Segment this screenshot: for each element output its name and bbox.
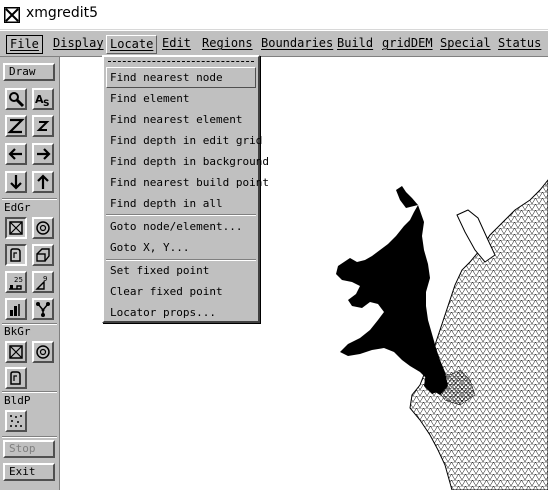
menu-edit[interactable]: Edit	[159, 35, 194, 54]
toolbar-separator	[2, 391, 57, 393]
menu-locate[interactable]: Locate	[106, 35, 158, 54]
build-points-label: BldP	[4, 394, 31, 407]
menu-goto-xy[interactable]: Goto X, Y...	[106, 237, 256, 258]
window-title: xmgredit5	[26, 5, 99, 21]
bkgr-boundary-icon[interactable]	[32, 341, 54, 363]
toolbar-separator	[2, 198, 57, 200]
bkgr-nodes-icon[interactable]	[5, 367, 27, 389]
menu-display[interactable]: Display	[50, 35, 107, 54]
edgr-nodes-icon[interactable]	[5, 244, 27, 266]
edgr-display-grid-icon[interactable]	[5, 217, 27, 239]
bldp-points-icon[interactable]	[5, 410, 27, 432]
menu-find-element[interactable]: Find element	[106, 88, 256, 109]
edgr-depth-contour-icon[interactable]: 25	[5, 271, 27, 293]
bkgr-display-grid-icon[interactable]	[5, 341, 27, 363]
background-grid-label: BkGr	[4, 325, 31, 338]
menu-find-depth-edit-grid[interactable]: Find depth in edit grid	[106, 130, 262, 151]
stop-button[interactable]: Stop	[3, 440, 55, 458]
menu-locator-props[interactable]: Locator props...	[106, 302, 256, 323]
menu-file[interactable]: File	[6, 35, 43, 54]
auto-scale-icon[interactable]: AS	[32, 88, 54, 110]
app-icon	[4, 7, 20, 23]
pan-right-arrow-icon[interactable]	[32, 143, 54, 165]
edgr-histogram-icon[interactable]	[5, 298, 27, 320]
menu-find-nearest-element[interactable]: Find nearest element	[106, 109, 256, 130]
draw-button[interactable]: Draw	[3, 63, 55, 81]
tearoff-line[interactable]	[108, 61, 254, 62]
menu-set-fixed-point[interactable]: Set fixed point	[106, 260, 256, 281]
zoom-Z-large-icon[interactable]	[5, 115, 27, 137]
menu-regions[interactable]: Regions	[199, 35, 256, 54]
menu-find-nearest-build-point[interactable]: Find nearest build point	[106, 172, 269, 193]
locate-menu-dropdown: Find nearest node Find element Find near…	[102, 55, 269, 323]
window-titlebar: xmgredit5	[0, 0, 548, 30]
svg-text:25: 25	[14, 276, 23, 284]
menu-goto-node-element[interactable]: Goto node/element...	[106, 216, 256, 237]
zoom-magnifier-icon[interactable]	[5, 88, 27, 110]
menu-find-depth-in-all[interactable]: Find depth in all	[106, 193, 256, 214]
svg-text:S: S	[43, 99, 49, 108]
edgr-elements-icon[interactable]	[32, 244, 54, 266]
menu-build[interactable]: Build	[334, 35, 376, 54]
pan-down-arrow-icon[interactable]	[5, 171, 27, 193]
zoom-z-small-icon[interactable]	[32, 115, 54, 137]
edgr-depth-value-icon[interactable]: 9	[32, 271, 54, 293]
exit-button[interactable]: Exit	[3, 463, 55, 481]
left-toolbar: Draw AS EdGr 25 9 BkGr BldP Stop Exit	[0, 57, 60, 490]
menubar: File Display Locate Edit Regions Boundar…	[0, 30, 548, 57]
menu-griddem[interactable]: gridDEM	[379, 35, 436, 54]
edgr-boundary-icon[interactable]	[32, 217, 54, 239]
pan-left-arrow-icon[interactable]	[5, 143, 27, 165]
edit-grid-label: EdGr	[4, 201, 31, 214]
menu-status[interactable]: Status	[495, 35, 544, 54]
menu-special[interactable]: Special	[437, 35, 494, 54]
menu-find-nearest-node[interactable]: Find nearest node	[106, 67, 256, 88]
menu-clear-fixed-point[interactable]: Clear fixed point	[106, 281, 256, 302]
menu-find-depth-background[interactable]: Find depth in background	[106, 151, 269, 172]
menu-boundaries[interactable]: Boundaries	[258, 35, 336, 54]
pan-up-arrow-icon[interactable]	[32, 171, 54, 193]
edgr-network-icon[interactable]	[32, 298, 54, 320]
toolbar-separator	[2, 436, 57, 438]
bay-mesh	[336, 205, 448, 395]
